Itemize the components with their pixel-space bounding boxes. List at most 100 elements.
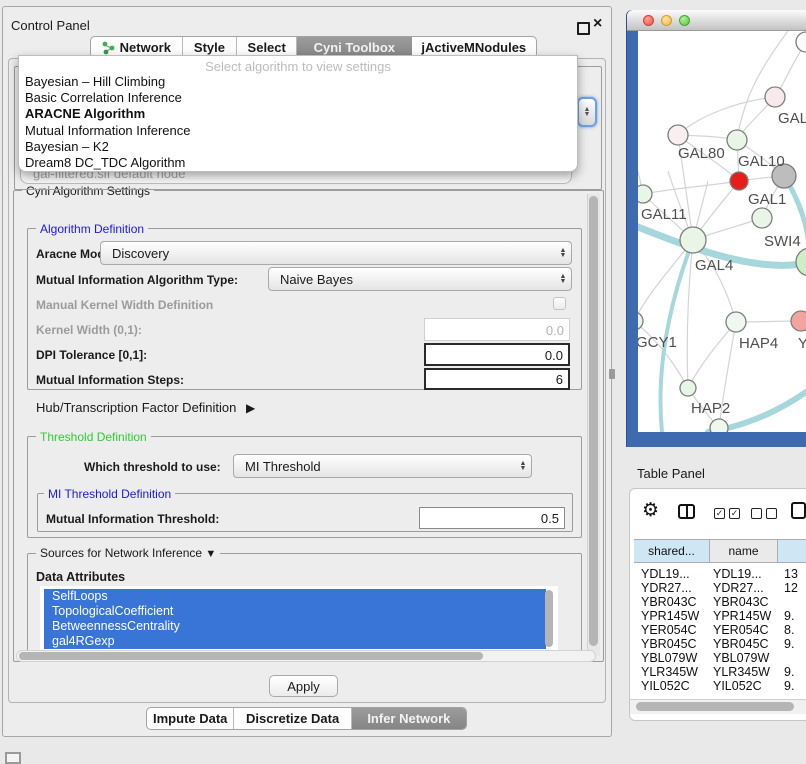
column-header-partial[interactable] <box>778 539 806 563</box>
splitter-handle[interactable] <box>609 369 615 379</box>
node-gcy1[interactable] <box>638 312 643 330</box>
node-salmon[interactable] <box>791 311 806 331</box>
algorithm-dropdown-popup: Select algorithm to view settings Bayesi… <box>18 55 578 172</box>
table-cell[interactable]: YLR345W <box>641 665 698 679</box>
network-canvas[interactable]: GAL GAL80 GAL10 GAL1 GAL11 SWI4 GAL4 GCY… <box>638 31 806 432</box>
node-label: GAL <box>778 110 806 127</box>
settings-scrollbar-thumb[interactable] <box>589 196 598 646</box>
table-settings-gear-icon[interactable]: ⚙ <box>642 499 659 522</box>
unchecked-checkbox-icon[interactable] <box>766 508 777 519</box>
node-gal1[interactable] <box>730 172 748 190</box>
table-cell[interactable]: YPR145W <box>641 609 699 623</box>
column-header-shared-name[interactable]: shared... <box>634 539 710 563</box>
mi-threshold-field[interactable]: 0.5 <box>419 507 565 529</box>
close-window-icon[interactable]: × <box>593 15 602 33</box>
table-cell[interactable]: 9. <box>784 665 794 679</box>
table-hscrollbar-thumb[interactable] <box>636 702 794 711</box>
table-cell[interactable]: YDR27... <box>641 581 692 595</box>
table-cell[interactable]: YBL079W <box>641 651 697 665</box>
minimize-traffic-light-icon[interactable] <box>661 15 672 26</box>
table-cell[interactable]: YIL052C <box>713 679 762 693</box>
table-cell[interactable]: 9. <box>784 637 794 651</box>
aracne-mode-combo[interactable]: Discovery ▲▼ <box>100 241 572 265</box>
tab-infer-network[interactable]: Infer Network <box>352 708 466 729</box>
node-gal10[interactable] <box>727 130 747 150</box>
node-hap4[interactable] <box>726 312 746 332</box>
node-hap2[interactable] <box>680 380 696 396</box>
table-cell[interactable]: YDL19... <box>713 567 762 581</box>
algorithm-option[interactable]: Basic Correlation Inference <box>19 90 577 106</box>
mi-algorithm-type-combo[interactable]: Naive Bayes ▲▼ <box>268 267 572 291</box>
table-cell[interactable]: YIL052C <box>641 679 690 693</box>
algorithm-option[interactable]: Mutual Information Inference <box>19 123 577 139</box>
table-cell[interactable]: YBR045C <box>641 637 697 651</box>
dpi-tolerance-field[interactable]: 0.0 <box>424 343 570 366</box>
table-cell[interactable]: YER054C <box>713 623 769 637</box>
apply-button-label: Apply <box>287 679 320 694</box>
table-cell[interactable]: YER054C <box>641 623 697 637</box>
table-cell[interactable]: YDL19... <box>641 567 690 581</box>
combo-stepper-icon: ▲▼ <box>555 274 571 284</box>
network-view-window: GAL GAL80 GAL10 GAL1 GAL11 SWI4 GAL4 GCY… <box>627 10 806 447</box>
table-panel: ⚙ ✓ ✓ shared... name YDL19... YDL19... 1… <box>629 488 806 721</box>
node-swi4[interactable] <box>752 208 772 228</box>
checked-checkbox-icon[interactable]: ✓ <box>729 508 740 519</box>
table-cell[interactable]: YBR043C <box>641 595 697 609</box>
algorithm-option[interactable]: Bayesian – Hill Climbing <box>19 74 577 90</box>
node-gal[interactable] <box>765 87 785 107</box>
zoom-traffic-light-icon[interactable] <box>679 15 690 26</box>
close-traffic-light-icon[interactable] <box>643 15 654 26</box>
attribute-item[interactable]: BetweennessCentrality <box>44 619 546 634</box>
node-big-green[interactable] <box>796 248 806 276</box>
kernel-width-field[interactable]: 0.0 <box>424 318 570 341</box>
table-cell[interactable]: 9. <box>784 679 794 693</box>
float-window-icon[interactable] <box>577 22 590 35</box>
tab-discretize-data[interactable]: Discretize Data <box>234 708 351 729</box>
tab-impute-data[interactable]: Impute Data <box>147 708 234 729</box>
tab-style-label: Style <box>194 40 225 55</box>
table-cell[interactable]: 9. <box>784 609 794 623</box>
node-label: HAP4 <box>739 335 778 352</box>
algorithm-option[interactable]: Dream8 DC_TDC Algorithm <box>19 155 577 171</box>
table-cell[interactable]: YDR27... <box>713 581 764 595</box>
tab-jactivemnodules-label: jActiveMNodules <box>421 40 526 55</box>
sources-group-title[interactable]: Sources for Network Inference ▼ <box>36 546 220 560</box>
algorithm-option-selected[interactable]: ARACNE Algorithm <box>19 106 577 122</box>
settings-hscrollbar-thumb[interactable] <box>19 652 483 660</box>
hub-definition-toggle[interactable]: Hub/Transcription Factor Definition ▶ <box>36 400 255 415</box>
expanded-arrow-icon: ▼ <box>205 548 216 560</box>
table-cell[interactable]: YBR043C <box>713 595 769 609</box>
attribute-item[interactable]: SelfLoops <box>44 589 546 604</box>
new-table-icon[interactable] <box>791 502 806 519</box>
algorithm-definition-title: Algorithm Definition <box>36 222 148 236</box>
node[interactable] <box>710 419 728 432</box>
table-cell[interactable]: YLR345W <box>713 665 770 679</box>
popup-hint: Select algorithm to view settings <box>19 56 577 74</box>
table-cell[interactable]: 12 <box>784 581 798 595</box>
table-cell[interactable]: YBR045C <box>713 637 769 651</box>
node-gal4[interactable] <box>680 227 706 253</box>
table-cell[interactable]: YPR145W <box>713 609 771 623</box>
attribute-item[interactable]: gal4RGexp <box>44 634 546 649</box>
algorithm-combo-stepper[interactable]: ▲▼ <box>577 97 597 127</box>
attributes-scrollbar-thumb[interactable] <box>545 590 553 647</box>
apply-button[interactable]: Apply <box>269 675 338 697</box>
node[interactable] <box>796 32 806 52</box>
attribute-item[interactable]: TopologicalCoefficient <box>44 604 546 619</box>
node-label: GAL4 <box>695 257 733 274</box>
tab-impute-data-label: Impute Data <box>153 711 227 726</box>
unchecked-checkbox-icon[interactable] <box>751 508 762 519</box>
algorithm-option[interactable]: Bayesian – K2 <box>19 139 577 155</box>
table-cell[interactable]: 8. <box>784 623 794 637</box>
column-header-name[interactable]: name <box>710 539 778 563</box>
mi-steps-field[interactable]: 6 <box>424 368 570 390</box>
table-cell[interactable]: YBL079W <box>713 651 769 665</box>
table-cell[interactable]: 13 <box>784 567 798 581</box>
which-threshold-combo[interactable]: MI Threshold ▲▼ <box>233 454 532 478</box>
node-gal80[interactable] <box>668 125 688 145</box>
manual-kernel-width-checkbox[interactable] <box>553 297 566 310</box>
checked-checkbox-icon[interactable]: ✓ <box>714 508 725 519</box>
split-columns-icon[interactable] <box>678 504 695 519</box>
column-header-label: name <box>728 544 758 558</box>
node-gal11[interactable] <box>638 185 652 203</box>
